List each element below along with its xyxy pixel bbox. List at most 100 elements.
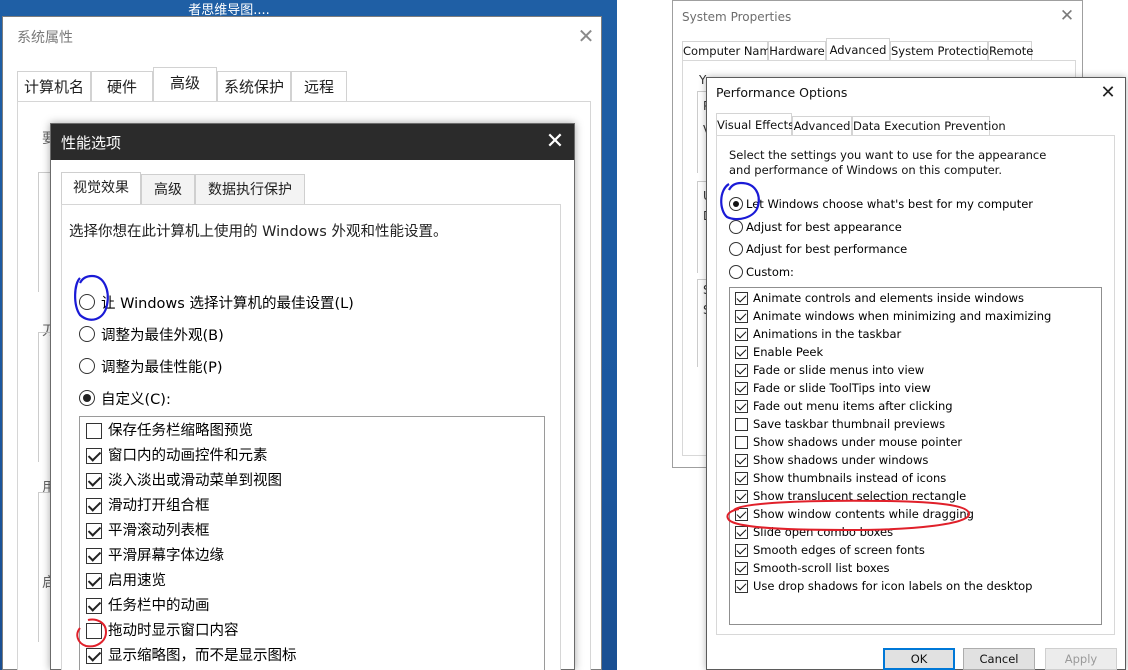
tab-data-execution-prevention[interactable]: Data Execution Prevention: [852, 116, 1006, 136]
tab-advanced[interactable]: Advanced: [826, 38, 890, 61]
radio-label: Adjust for best performance: [746, 242, 908, 256]
checkbox-label: Smooth-scroll list boxes: [753, 561, 890, 575]
checkbox-label: Show shadows under windows: [753, 453, 929, 467]
checkbox-label: Show thumbnails instead of icons: [753, 471, 947, 485]
checkbox[interactable]: [735, 544, 748, 557]
checkbox-label: 启用速览: [108, 573, 166, 589]
checkbox-label: Show window contents while dragging: [753, 507, 974, 521]
radio-label: 自定义(C):: [101, 392, 171, 408]
tab-remote[interactable]: Remote: [988, 41, 1033, 61]
radio-label: 调整为最佳性能(P): [101, 360, 223, 376]
radio-button[interactable]: [79, 326, 95, 342]
tab-computer-name[interactable]: 计算机名: [17, 71, 91, 101]
tab-data-execution-prevention[interactable]: 数据执行保护: [195, 174, 305, 204]
radio-label: Let Windows choose what's best for my co…: [746, 197, 1034, 211]
tab-hardware[interactable]: 硬件: [91, 71, 153, 101]
checkbox[interactable]: [735, 382, 748, 395]
close-icon[interactable]: ✕: [1057, 6, 1077, 26]
window-title: System Properties: [682, 10, 792, 24]
visual-effects-list[interactable]: 保存任务栏缩略图预览 窗口内的动画控件和元素 淡入淡出或滑动菜单到视图 滑动打开…: [79, 416, 545, 670]
radio-button[interactable]: [79, 390, 95, 406]
tab-system-protection[interactable]: System Protection: [890, 41, 996, 61]
checkbox[interactable]: [86, 473, 102, 489]
checkbox[interactable]: [735, 580, 748, 593]
radio-label: 让 Windows 选择计算机的最佳设置(L): [101, 296, 354, 312]
checkbox[interactable]: [735, 418, 748, 431]
checkbox-label: Smooth edges of screen fonts: [753, 543, 925, 557]
visual-effects-list[interactable]: Animate controls and elements inside win…: [729, 287, 1102, 625]
checkbox[interactable]: [735, 292, 748, 305]
group-box-edge: [38, 332, 50, 462]
tab-remote[interactable]: 远程: [291, 71, 347, 101]
apply-button[interactable]: Apply: [1045, 648, 1117, 670]
checkbox[interactable]: [735, 310, 748, 323]
performance-options-dialog-en: Performance Options ✕ Visual Effects Adv…: [706, 77, 1126, 670]
checkbox[interactable]: [735, 508, 748, 521]
radio-label: Custom:: [746, 265, 794, 279]
checkbox-label: 滑动打开组合框: [108, 498, 210, 514]
checkbox-label: Animate windows when minimizing and maxi…: [753, 309, 1052, 323]
checkbox[interactable]: [86, 623, 102, 639]
close-icon[interactable]: ✕: [575, 25, 597, 47]
cancel-button[interactable]: Cancel: [963, 648, 1035, 670]
radio-button[interactable]: [79, 294, 95, 310]
tab-advanced[interactable]: Advanced: [792, 116, 852, 136]
checkbox-label: Save taskbar thumbnail previews: [753, 417, 946, 431]
checkbox[interactable]: [86, 498, 102, 514]
checkbox-label: Show translucent selection rectangle: [753, 489, 967, 503]
checkbox-label: Show shadows under mouse pointer: [753, 435, 963, 449]
radio-button[interactable]: [79, 358, 95, 374]
close-icon[interactable]: ✕: [1097, 82, 1119, 104]
radio-label: 调整为最佳外观(B): [101, 328, 224, 344]
title-bar: [51, 124, 574, 160]
desktop-background-left: 者思维导图.... 系统属性 ✕ 计算机名 硬件 高级 系统保护 远程 要 刀 …: [0, 0, 617, 670]
checkbox-label: 平滑屏幕字体边缘: [108, 548, 224, 564]
checkbox[interactable]: [735, 472, 748, 485]
performance-options-dialog-zh: 性能选项 ✕ 视觉效果 高级 数据执行保护 选择你想在此计算机上使用的 Wind…: [50, 123, 575, 670]
tab-computer-name[interactable]: Computer Name: [682, 41, 778, 61]
tab-advanced[interactable]: 高级: [153, 67, 217, 101]
checkbox-label: Slide open combo boxes: [753, 525, 894, 539]
checkbox-label: 拖动时显示窗口内容: [108, 623, 239, 639]
checkbox-label: 显示缩略图，而不是显示图标: [108, 648, 297, 664]
radio-button[interactable]: [729, 242, 743, 256]
checkbox[interactable]: [86, 548, 102, 564]
tab-system-protection[interactable]: 系统保护: [217, 71, 291, 101]
checkbox[interactable]: [735, 490, 748, 503]
radio-button[interactable]: [729, 265, 743, 279]
checkbox[interactable]: [735, 328, 748, 341]
checkbox[interactable]: [735, 400, 748, 413]
checkbox[interactable]: [86, 523, 102, 539]
checkbox[interactable]: [735, 364, 748, 377]
checkbox-label: Animate controls and elements inside win…: [753, 291, 1025, 305]
checkbox-label: 平滑滚动列表框: [108, 523, 210, 539]
checkbox[interactable]: [735, 562, 748, 575]
tab-visual-effects[interactable]: Visual Effects: [716, 113, 794, 136]
checkbox[interactable]: [86, 448, 102, 464]
tab-hardware[interactable]: Hardware: [768, 41, 826, 61]
checkbox[interactable]: [735, 346, 748, 359]
ok-button[interactable]: OK: [883, 648, 955, 670]
radio-button[interactable]: [729, 197, 743, 211]
checkbox[interactable]: [86, 648, 102, 664]
checkbox[interactable]: [735, 436, 748, 449]
tab-advanced[interactable]: 高级: [141, 174, 195, 204]
close-icon[interactable]: ✕: [541, 128, 569, 156]
checkbox[interactable]: [735, 454, 748, 467]
description-text: 选择你想在此计算机上使用的 Windows 外观和性能设置。: [69, 224, 448, 240]
checkbox-label: 保存任务栏缩略图预览: [108, 423, 253, 439]
radio-button[interactable]: [729, 220, 743, 234]
checkbox-label: Fade out menu items after clicking: [753, 399, 953, 413]
checkbox[interactable]: [86, 598, 102, 614]
checkbox[interactable]: [86, 423, 102, 439]
checkbox-label: Fade or slide menus into view: [753, 363, 925, 377]
checkbox[interactable]: [86, 573, 102, 589]
tab-visual-effects[interactable]: 视觉效果: [61, 172, 141, 204]
group-box-edge: [38, 492, 50, 642]
checkbox-label: 任务栏中的动画: [108, 598, 210, 614]
dialog-title: Performance Options: [716, 85, 848, 100]
checkbox-label: Fade or slide ToolTips into view: [753, 381, 931, 395]
checkbox-label: Use drop shadows for icon labels on the …: [753, 579, 1033, 593]
description-text: Select the settings you want to use for …: [729, 148, 1047, 177]
checkbox[interactable]: [735, 526, 748, 539]
